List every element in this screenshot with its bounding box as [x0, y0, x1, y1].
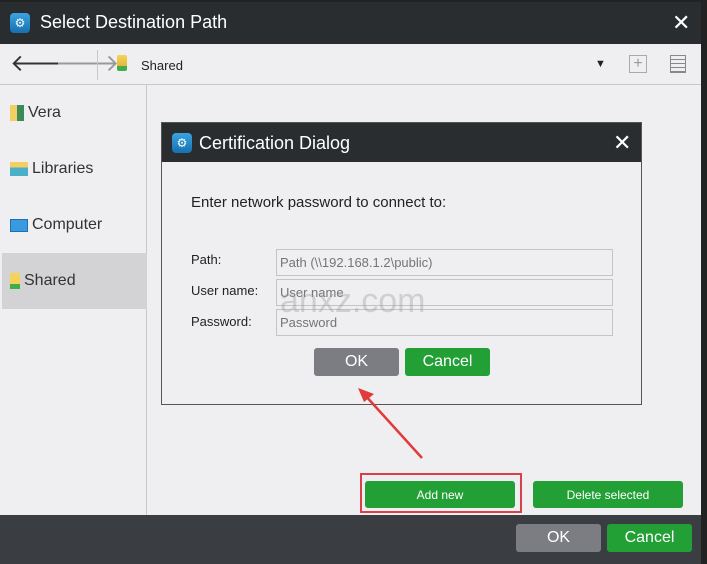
watermark: anxz.com: [280, 282, 426, 320]
app-icon: ⚙: [172, 133, 192, 153]
dialog-prompt: Enter network password to connect to:: [191, 194, 447, 211]
sidebar-item-label: Vera: [28, 104, 61, 121]
title-bar: ⚙ Select Destination Path ✕: [0, 2, 701, 44]
forward-arrow-icon[interactable]: 🡒: [55, 52, 119, 76]
footer-bar: OK Cancel: [0, 515, 701, 564]
close-icon[interactable]: ✕: [672, 12, 690, 34]
user-folder-icon: [10, 105, 24, 121]
ok-button[interactable]: OK: [516, 524, 601, 552]
location-label: Shared: [141, 58, 183, 73]
sidebar-item-label: Libraries: [32, 160, 94, 177]
sidebar-item-vera[interactable]: Vera: [2, 85, 147, 141]
delete-selected-button[interactable]: Delete selected: [533, 481, 683, 508]
sidebar-item-label: Shared: [24, 272, 76, 289]
certification-dialog: ⚙ Certification Dialog ✕ Enter network p…: [161, 122, 642, 405]
list-view-icon[interactable]: [670, 55, 686, 73]
app-icon: ⚙: [10, 13, 30, 33]
password-label: Password:: [191, 314, 252, 329]
dialog-cancel-button[interactable]: Cancel: [405, 348, 490, 376]
cancel-button[interactable]: Cancel: [607, 524, 692, 552]
sidebar-item-label: Computer: [32, 216, 103, 233]
toolbar: 🡐 🡒 Shared ▼ +: [0, 44, 701, 85]
path-label: Path:: [191, 252, 222, 267]
computer-icon: [10, 218, 28, 232]
new-folder-icon[interactable]: +: [629, 55, 647, 73]
select-destination-window: ⚙ Select Destination Path ✕ 🡐 🡒 Shared ▼…: [0, 2, 701, 564]
sidebar: Vera Libraries Computer Shared: [0, 85, 147, 515]
divider: [97, 50, 98, 80]
window-title: Select Destination Path: [40, 12, 228, 32]
dialog-close-icon[interactable]: ✕: [613, 132, 631, 154]
path-input[interactable]: [276, 249, 613, 276]
dialog-title-bar: ⚙ Certification Dialog ✕: [162, 123, 641, 162]
dialog-title: Certification Dialog: [199, 133, 351, 153]
shared-folder-icon: [10, 273, 20, 289]
sidebar-item-shared[interactable]: Shared: [2, 253, 147, 309]
red-arrow-annotation: [358, 388, 423, 459]
dialog-ok-button[interactable]: OK: [314, 348, 399, 376]
user-name-label: User name:: [191, 283, 259, 298]
shared-folder-icon: [117, 55, 127, 71]
sidebar-item-libraries[interactable]: Libraries: [2, 141, 147, 197]
libraries-icon: [10, 162, 28, 176]
sidebar-item-computer[interactable]: Computer: [2, 197, 147, 253]
add-new-button[interactable]: Add new: [365, 481, 515, 508]
dropdown-arrow-icon[interactable]: ▼: [595, 58, 606, 70]
